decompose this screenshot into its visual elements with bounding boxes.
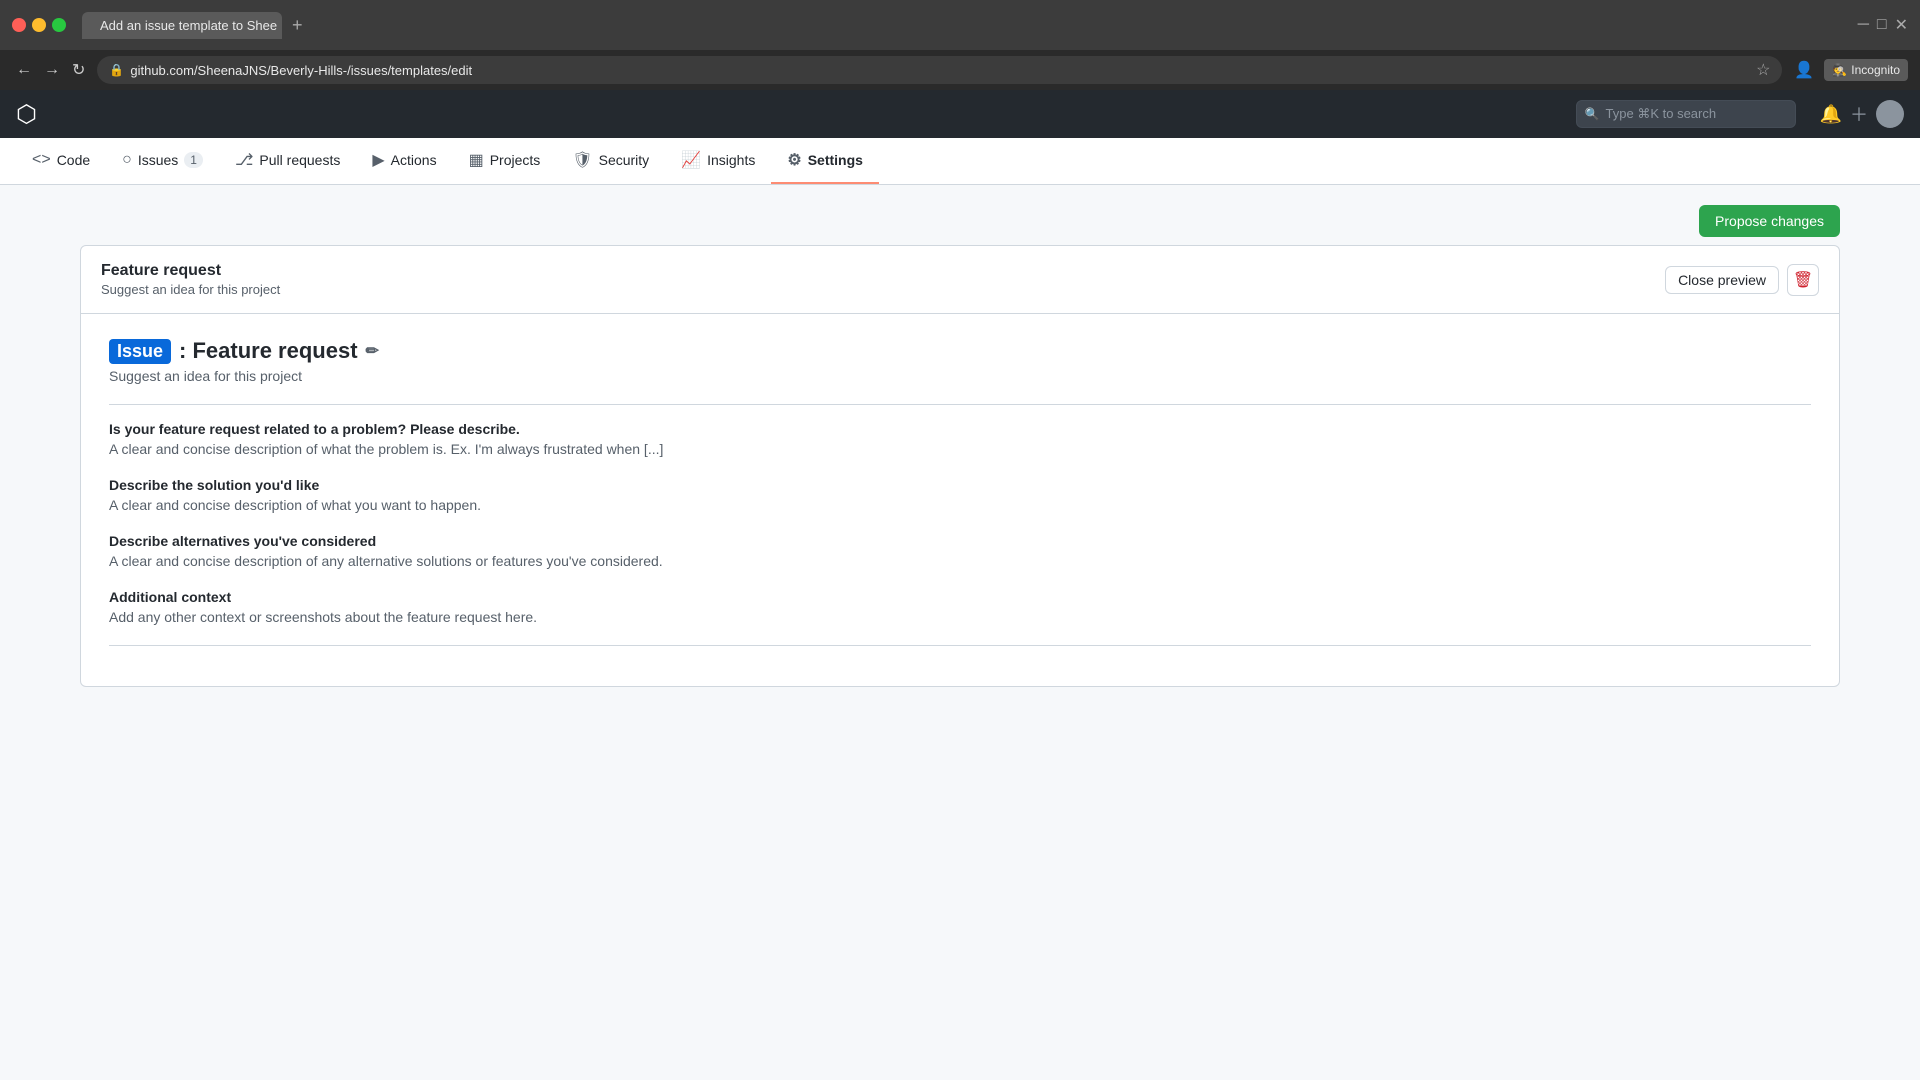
nav-insights[interactable]: 📈 Insights [665, 138, 771, 184]
section-1-body: A clear and concise description of what … [109, 441, 1811, 457]
nav-code-label: Code [57, 152, 90, 168]
section-4: Additional context Add any other context… [109, 589, 1811, 625]
tab-title: Add an issue template to Shee [100, 18, 277, 33]
address-bar-actions: 👤 🕵 Incognito [1790, 56, 1908, 84]
search-icon: 🔍 [1585, 107, 1600, 121]
bottom-divider [109, 645, 1811, 646]
forward-button[interactable]: → [40, 56, 64, 84]
search-bar[interactable]: 🔍 Type ⌘K to search [1576, 100, 1796, 128]
window-minimize-button[interactable] [32, 18, 46, 32]
projects-icon: ▦ [469, 150, 484, 170]
insights-icon: 📈 [681, 150, 701, 170]
divider [109, 404, 1811, 405]
template-title-area: Feature request Suggest an idea for this… [101, 262, 280, 297]
section-1-heading: Is your feature request related to a pro… [109, 421, 1811, 437]
preview-title: Issue : Feature request ✏ [109, 338, 1811, 364]
edit-icon[interactable]: ✏ [366, 341, 379, 361]
nav-buttons: ← → ↻ [12, 56, 89, 84]
trash-icon: 🗑 [1793, 270, 1813, 290]
incognito-label: Incognito [1851, 63, 1900, 77]
window-maximize-button[interactable] [52, 18, 66, 32]
header-icons: 🔔 ＋ [1820, 100, 1904, 128]
nav-settings-label: Settings [808, 152, 863, 168]
nav-security[interactable]: 🛡 Security [556, 138, 665, 184]
template-title: Feature request [101, 262, 280, 280]
pull-requests-icon: ⎇ [235, 150, 253, 170]
address-input-wrap[interactable]: 🔒 github.com/SheenaJNS/Beverly-Hills-/is… [97, 56, 1782, 84]
repo-nav: <> Code ○ Issues 1 ⎇ Pull requests ▶ Act… [0, 138, 1920, 185]
browser-tab-bar: Add an issue template to Shee ✕ + [82, 12, 1842, 39]
template-header: Feature request Suggest an idea for this… [81, 246, 1839, 314]
issues-icon: ○ [122, 151, 132, 169]
bookmark-icon[interactable]: ☆ [1756, 60, 1770, 80]
nav-projects[interactable]: ▦ Projects [453, 138, 557, 184]
section-2-body: A clear and concise description of what … [109, 497, 1811, 513]
restore-icon[interactable]: □ [1877, 15, 1887, 35]
nav-issues-label: Issues [138, 152, 178, 168]
close-preview-button[interactable]: Close preview [1665, 266, 1779, 294]
section-4-body: Add any other context or screenshots abo… [109, 609, 1811, 625]
nav-insights-label: Insights [707, 152, 755, 168]
nav-pull-requests[interactable]: ⎇ Pull requests [219, 138, 356, 184]
preview-content: Issue : Feature request ✏ Suggest an ide… [81, 314, 1839, 686]
incognito-button[interactable]: 🕵 Incognito [1824, 59, 1908, 81]
window-controls: ─ □ ✕ [1858, 15, 1908, 35]
new-tab-button[interactable]: + [286, 13, 309, 38]
browser-window-controls [12, 18, 66, 32]
template-actions: Close preview 🗑 [1665, 264, 1819, 296]
lock-icon: 🔒 [109, 63, 124, 77]
template-subtitle: Suggest an idea for this project [101, 282, 280, 297]
section-3: Describe alternatives you've considered … [109, 533, 1811, 569]
delete-button[interactable]: 🗑 [1787, 264, 1819, 296]
search-placeholder: Type ⌘K to search [1606, 106, 1717, 122]
section-1: Is your feature request related to a pro… [109, 421, 1811, 457]
nav-code[interactable]: <> Code [16, 139, 106, 183]
incognito-icon: 🕵 [1832, 63, 1847, 77]
preview-subtitle: Suggest an idea for this project [109, 368, 1811, 384]
section-2: Describe the solution you'd like A clear… [109, 477, 1811, 513]
section-4-heading: Additional context [109, 589, 1811, 605]
settings-icon: ⚙ [787, 150, 801, 170]
section-3-body: A clear and concise description of any a… [109, 553, 1811, 569]
avatar[interactable] [1876, 100, 1904, 128]
active-tab[interactable]: Add an issue template to Shee ✕ [82, 12, 282, 39]
issues-badge: 1 [184, 152, 203, 168]
nav-pull-requests-label: Pull requests [259, 152, 340, 168]
preview-title-text: : Feature request [179, 338, 358, 364]
actions-icon: ▶ [372, 150, 384, 170]
nav-issues[interactable]: ○ Issues 1 [106, 139, 219, 183]
refresh-button[interactable]: ↻ [68, 56, 89, 84]
nav-security-label: Security [599, 152, 650, 168]
nav-actions[interactable]: ▶ Actions [356, 138, 452, 184]
issue-label: Issue [109, 339, 171, 364]
address-url: github.com/SheenaJNS/Beverly-Hills-/issu… [130, 63, 1750, 78]
close-icon[interactable]: ✕ [1895, 15, 1908, 35]
security-icon: 🛡 [572, 150, 592, 170]
plus-icon[interactable]: ＋ [1850, 101, 1868, 127]
github-header: ⬡ 🔍 Type ⌘K to search 🔔 ＋ [0, 90, 1920, 138]
browser-chrome: Add an issue template to Shee ✕ + ─ □ ✕ [0, 0, 1920, 50]
address-bar: ← → ↻ 🔒 github.com/SheenaJNS/Beverly-Hil… [0, 50, 1920, 90]
nav-projects-label: Projects [490, 152, 541, 168]
github-logo: ⬡ [16, 100, 37, 129]
nav-actions-label: Actions [391, 152, 437, 168]
minimize-icon[interactable]: ─ [1858, 15, 1869, 35]
window-close-button[interactable] [12, 18, 26, 32]
profile-icon[interactable]: 👤 [1790, 56, 1818, 84]
propose-changes-button[interactable]: Propose changes [1699, 205, 1840, 237]
section-2-heading: Describe the solution you'd like [109, 477, 1811, 493]
main-content: Propose changes Feature request Suggest … [0, 185, 1920, 885]
nav-settings[interactable]: ⚙ Settings [771, 138, 879, 184]
notifications-icon[interactable]: 🔔 [1820, 104, 1842, 125]
code-icon: <> [32, 151, 51, 169]
back-button[interactable]: ← [12, 56, 36, 84]
section-3-heading: Describe alternatives you've considered [109, 533, 1811, 549]
template-card: Feature request Suggest an idea for this… [80, 245, 1840, 687]
